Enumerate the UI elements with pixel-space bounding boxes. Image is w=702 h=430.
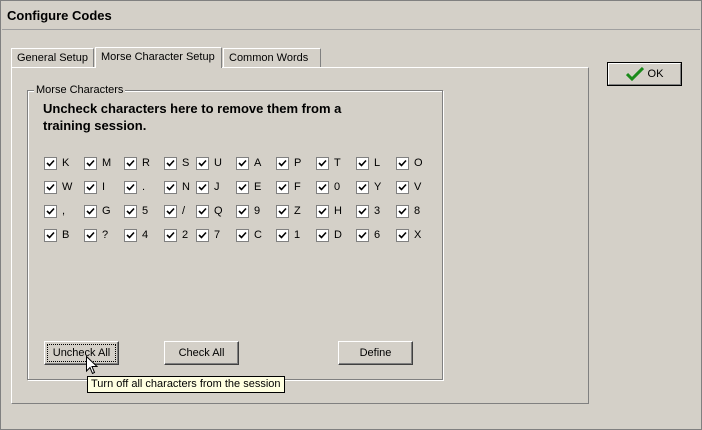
tooltip: Turn off all characters from the session xyxy=(87,376,285,393)
char-checkbox[interactable] xyxy=(236,205,249,218)
char-label: V xyxy=(414,181,422,193)
char-label: Q xyxy=(214,205,223,217)
char-checkbox[interactable] xyxy=(124,229,137,242)
char-checkbox[interactable] xyxy=(236,229,249,242)
char-checkbox[interactable] xyxy=(396,157,409,170)
char-checkbox[interactable] xyxy=(44,181,57,194)
tab-common-words[interactable]: Common Words xyxy=(223,48,321,67)
char-checkbox[interactable] xyxy=(164,181,177,194)
char-label: 9 xyxy=(254,205,261,217)
checkmark-icon xyxy=(625,67,644,81)
char-label: 6 xyxy=(374,229,381,241)
ok-button-label: OK xyxy=(647,68,664,80)
char-checkbox[interactable] xyxy=(196,181,209,194)
char-checkbox[interactable] xyxy=(396,229,409,242)
char-checkbox[interactable] xyxy=(164,157,177,170)
char-checkbox[interactable] xyxy=(164,229,177,242)
char-label: N xyxy=(182,181,190,193)
char-checkbox[interactable] xyxy=(196,229,209,242)
char-label: C xyxy=(254,229,262,241)
char-checkbox[interactable] xyxy=(356,205,369,218)
char-checkbox[interactable] xyxy=(164,205,177,218)
char-checkbox[interactable] xyxy=(396,181,409,194)
char-label: R xyxy=(142,157,150,169)
char-label: G xyxy=(102,205,111,217)
char-label: H xyxy=(334,205,342,217)
char-label: 0 xyxy=(334,181,341,193)
char-label: 7 xyxy=(214,229,221,241)
tab-general-setup[interactable]: General Setup xyxy=(11,48,94,67)
char-checkbox[interactable] xyxy=(236,157,249,170)
char-label: ? xyxy=(102,229,109,241)
tab-morse-character-setup-label: Morse Character Setup xyxy=(101,51,215,63)
char-checkbox[interactable] xyxy=(316,157,329,170)
char-checkbox[interactable] xyxy=(356,229,369,242)
char-checkbox[interactable] xyxy=(396,205,409,218)
char-checkbox[interactable] xyxy=(316,181,329,194)
char-label: 4 xyxy=(142,229,149,241)
char-checkbox[interactable] xyxy=(84,205,97,218)
ok-button[interactable]: OK xyxy=(607,62,682,86)
char-label: F xyxy=(294,181,301,193)
char-checkbox[interactable] xyxy=(44,157,57,170)
char-checkbox[interactable] xyxy=(124,181,137,194)
char-checkbox[interactable] xyxy=(124,157,137,170)
char-label: 3 xyxy=(374,205,381,217)
char-checkbox[interactable] xyxy=(196,157,209,170)
char-checkbox[interactable] xyxy=(276,229,289,242)
char-label: M xyxy=(102,157,112,169)
char-checkbox[interactable] xyxy=(356,157,369,170)
char-checkbox[interactable] xyxy=(316,229,329,242)
char-label: 1 xyxy=(294,229,301,241)
char-label: A xyxy=(254,157,262,169)
char-label: . xyxy=(142,181,146,193)
char-checkbox[interactable] xyxy=(196,205,209,218)
char-checkbox[interactable] xyxy=(84,157,97,170)
char-checkbox[interactable] xyxy=(124,205,137,218)
char-label: U xyxy=(214,157,222,169)
char-checkbox[interactable] xyxy=(356,181,369,194)
char-checkbox[interactable] xyxy=(44,205,57,218)
char-label: 2 xyxy=(182,229,189,241)
char-label: / xyxy=(182,205,186,217)
define-button[interactable]: Define xyxy=(338,341,413,365)
char-label: I xyxy=(102,181,106,193)
char-checkbox[interactable] xyxy=(44,229,57,242)
char-label: Z xyxy=(294,205,301,217)
char-label: T xyxy=(334,157,341,169)
char-label: K xyxy=(62,157,70,169)
char-checkbox[interactable] xyxy=(236,181,249,194)
char-checkbox[interactable] xyxy=(84,229,97,242)
char-label: W xyxy=(62,181,73,193)
char-label: J xyxy=(214,181,220,193)
check-all-button[interactable]: Check All xyxy=(164,341,239,365)
instructions-text: Uncheck characters here to remove them f… xyxy=(43,101,342,133)
char-label: 5 xyxy=(142,205,149,217)
char-label: X xyxy=(414,229,422,241)
char-label: D xyxy=(334,229,342,241)
char-checkbox[interactable] xyxy=(84,181,97,194)
uncheck-all-button[interactable]: Uncheck All xyxy=(44,341,119,365)
char-label: S xyxy=(182,157,190,169)
char-checkbox[interactable] xyxy=(276,157,289,170)
group-legend: Morse Characters xyxy=(34,84,126,96)
window-title: Configure Codes xyxy=(2,2,700,30)
char-label: L xyxy=(374,157,381,169)
char-label: Y xyxy=(374,181,382,193)
char-label: P xyxy=(294,157,302,169)
char-label: B xyxy=(62,229,70,241)
char-label: 8 xyxy=(414,205,421,217)
tab-common-words-label: Common Words xyxy=(229,52,309,64)
char-checkbox[interactable] xyxy=(276,205,289,218)
char-checkbox[interactable] xyxy=(276,181,289,194)
tab-morse-character-setup[interactable]: Morse Character Setup xyxy=(95,47,222,68)
char-label: O xyxy=(414,157,423,169)
char-label: , xyxy=(62,205,66,217)
tab-general-setup-label: General Setup xyxy=(17,52,88,64)
mouse-cursor-icon xyxy=(86,356,98,375)
char-label: E xyxy=(254,181,262,193)
char-checkbox[interactable] xyxy=(316,205,329,218)
